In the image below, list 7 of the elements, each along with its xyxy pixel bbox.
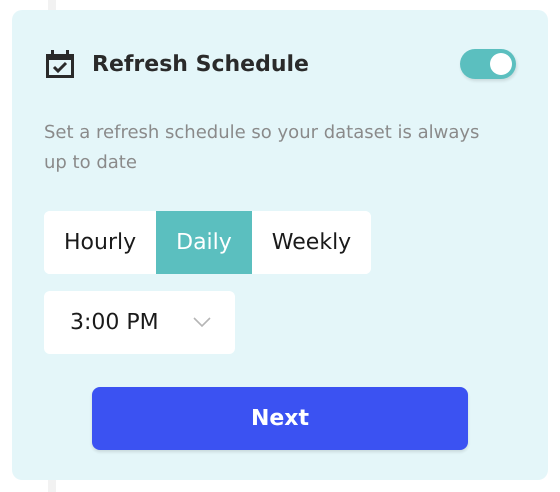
next-button[interactable]: Next — [92, 387, 468, 450]
time-dropdown[interactable]: 3:00 PM — [44, 291, 235, 354]
calendar-check-icon — [44, 48, 76, 80]
description-text: Set a refresh schedule so your dataset is always up to date — [44, 121, 480, 175]
chevron-down-icon — [193, 317, 211, 328]
toggle-switch[interactable] — [460, 49, 516, 79]
panel-title: Refresh Schedule — [92, 52, 310, 76]
